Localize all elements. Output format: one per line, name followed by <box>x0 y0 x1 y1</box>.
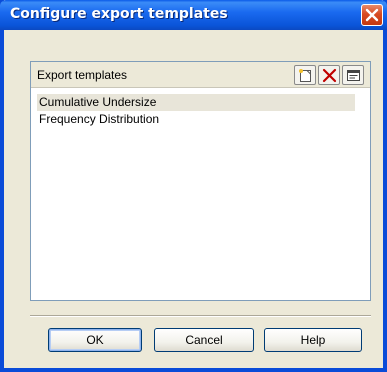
export-templates-dialog: Configure export templates Export templa… <box>0 0 387 372</box>
help-button[interactable]: Help <box>264 328 362 352</box>
new-document-icon <box>299 69 311 82</box>
button-separator <box>30 315 371 317</box>
ok-button[interactable]: OK <box>48 328 142 352</box>
list-item[interactable]: Cumulative Undersize <box>37 94 355 111</box>
close-icon <box>365 8 379 22</box>
delete-template-button[interactable] <box>318 65 340 85</box>
window-title: Configure export templates <box>10 6 228 22</box>
close-button[interactable] <box>361 4 383 26</box>
template-properties-button[interactable] <box>342 65 364 85</box>
list-item[interactable]: Frequency Distribution <box>37 111 355 128</box>
list-header: Export templates <box>31 62 370 88</box>
export-templates-list: Export templates Cumulative Undersize Fr… <box>30 61 371 301</box>
new-template-button[interactable] <box>294 65 316 85</box>
cancel-button[interactable]: Cancel <box>154 328 254 352</box>
title-bar[interactable]: Configure export templates <box>0 0 387 30</box>
properties-icon <box>347 70 360 81</box>
list-header-label: Export templates <box>37 68 128 82</box>
delete-x-icon <box>322 68 337 83</box>
